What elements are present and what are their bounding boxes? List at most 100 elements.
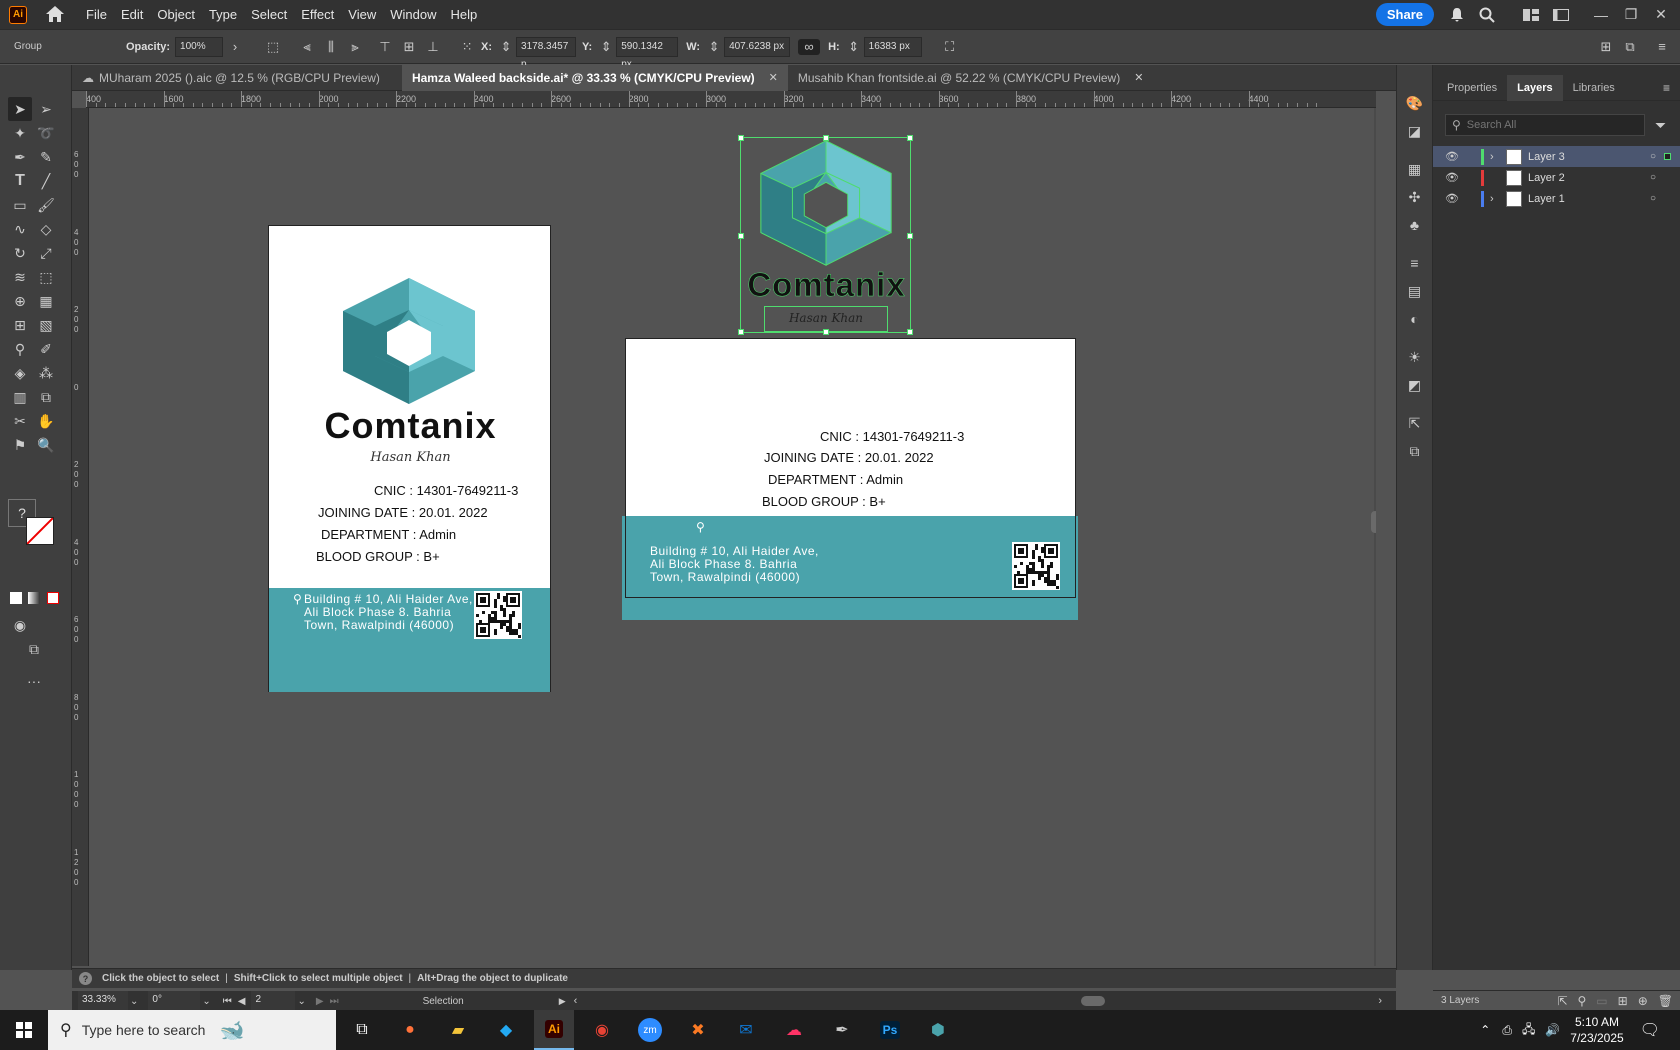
zoom-level[interactable]: 33.33%	[78, 991, 128, 1011]
h-stepper-icon[interactable]: ⇕	[846, 39, 862, 55]
transform-icon[interactable]: ⛶	[942, 39, 958, 55]
paintbrush-icon[interactable]: 🖌	[34, 193, 58, 217]
transform-grid-icon[interactable]: ⁙	[459, 39, 475, 55]
blend-tool-icon[interactable]: ◈	[8, 361, 32, 385]
vertical-ruler[interactable]: 6 0 0 4 0 0 2 0 0 0 2 0 0 4 0 0 6 0 0 8 0 0 1 0 …	[72, 108, 89, 966]
share-button[interactable]: Share	[1375, 3, 1434, 26]
eye-icon[interactable]: 👁	[1445, 192, 1459, 205]
symbol-sprayer-icon[interactable]: ⁂	[34, 361, 58, 385]
eye-icon[interactable]: 👁	[1445, 150, 1459, 163]
selection-handle[interactable]	[738, 329, 744, 335]
delete-layer-icon[interactable]: 🗑	[1658, 994, 1673, 1008]
gradient-icon[interactable]: ▤	[1405, 281, 1425, 301]
none-mode-icon[interactable]	[47, 592, 59, 604]
stroke-icon[interactable]: ≡	[1405, 253, 1425, 273]
type-tool-icon[interactable]: T	[8, 169, 32, 193]
menu-select[interactable]: Select	[244, 0, 294, 29]
artboards-icon[interactable]: ⧉	[1405, 441, 1425, 461]
outlook-icon[interactable]: ✉	[726, 1010, 766, 1050]
chevron-down-icon[interactable]: ⌄	[202, 996, 210, 1007]
menu-edit[interactable]: Edit	[114, 0, 150, 29]
h-input[interactable]: 16383 px	[863, 36, 922, 57]
home-icon[interactable]	[45, 5, 67, 25]
rectangle-tool-icon[interactable]: ▭	[8, 193, 32, 217]
file-explorer-icon[interactable]: ▰	[438, 1010, 478, 1050]
selection-handle[interactable]	[738, 233, 744, 239]
image-trace-icon[interactable]: ◪	[1405, 121, 1425, 141]
artboard-number[interactable]: 2	[251, 991, 296, 1011]
rotate-tool-icon[interactable]: ↻	[8, 241, 32, 265]
layer-name[interactable]: Layer 1	[1528, 193, 1628, 205]
puppet-warp-icon[interactable]: ⚑	[8, 433, 32, 457]
eraser-icon[interactable]: ◇	[34, 217, 58, 241]
recolor-icon[interactable]: ⬚	[265, 39, 281, 55]
gradient-tool-icon[interactable]: ▧	[34, 313, 58, 337]
search-input[interactable]	[1466, 119, 1627, 131]
measure-icon[interactable]: ✐	[34, 337, 58, 361]
selection-tool-icon[interactable]: ➤	[8, 97, 32, 121]
minimize-icon[interactable]: —	[1592, 7, 1610, 23]
vertical-scroll-thumb[interactable]	[1371, 511, 1376, 533]
tray-icon[interactable]: ⎙	[1502, 1023, 1512, 1038]
new-sublayer-icon[interactable]: ⊞	[1618, 994, 1628, 1008]
free-transform-icon[interactable]: ⬚	[34, 265, 58, 289]
perspective-grid-icon[interactable]: ▦	[34, 289, 58, 313]
menu-effect[interactable]: Effect	[294, 0, 341, 29]
target-icon[interactable]: ○	[1650, 172, 1656, 183]
rotation-angle[interactable]: 0°	[148, 991, 201, 1011]
workspace-icon[interactable]	[1552, 7, 1570, 23]
vertical-scrollbar[interactable]	[1374, 108, 1376, 966]
layer-name[interactable]: Layer 2	[1528, 172, 1628, 184]
layer-row[interactable]: 👁 Layer 2 ○	[1433, 167, 1680, 188]
selection-handle[interactable]	[907, 329, 913, 335]
magic-wand-icon[interactable]: ✦	[8, 121, 32, 145]
align-center-icon[interactable]: ⫼	[323, 39, 339, 55]
scroll-left-icon[interactable]: ‹	[574, 995, 578, 1007]
clock[interactable]: 5:10 AM 7/23/2025	[1570, 1014, 1623, 1046]
hand-tool-icon[interactable]: ✋	[34, 409, 58, 433]
selected-logo-group[interactable]: Comtanix Hasan Khan	[738, 135, 913, 335]
stroke-swatch[interactable]	[26, 517, 54, 545]
previous-artboard-icon[interactable]: ◀	[238, 996, 246, 1007]
close-tab-icon[interactable]: ✕	[769, 71, 778, 84]
horizontal-scroll-thumb[interactable]	[1081, 996, 1106, 1006]
illustrator-taskbar-icon[interactable]: Ai	[534, 1010, 574, 1050]
direct-selection-tool-icon[interactable]: ➢	[34, 97, 58, 121]
panel-tab-libraries[interactable]: Libraries	[1563, 75, 1625, 101]
selection-indicator[interactable]	[1664, 174, 1671, 181]
selection-handle[interactable]	[738, 135, 744, 141]
status-menu-icon[interactable]: ▶	[559, 996, 566, 1007]
transparency-icon[interactable]: ◐	[1405, 309, 1425, 329]
zoom-tool-icon[interactable]: 🔍	[34, 433, 58, 457]
selection-indicator[interactable]	[1664, 153, 1671, 160]
canvas[interactable]: Comtanix Hasan Khan CNIC : 14301-7649211…	[89, 108, 1376, 966]
pen-tool-icon[interactable]: ✒	[8, 145, 32, 169]
menu-file[interactable]: File	[79, 0, 114, 29]
symbols-icon[interactable]: ♣	[1405, 215, 1425, 235]
panel-menu-icon[interactable]: ≡	[1663, 81, 1670, 95]
w-input[interactable]: 407.6238 px	[724, 36, 791, 57]
selection-indicator[interactable]	[1664, 195, 1671, 202]
panel-options-icon[interactable]: ⧉	[1622, 39, 1638, 55]
align-middle-icon[interactable]: ⊞	[401, 39, 417, 55]
y-input[interactable]: 590.1342 px	[616, 36, 679, 70]
shape-builder-icon[interactable]: ⊕	[8, 289, 32, 313]
link-proportions-icon[interactable]: ∞	[798, 38, 821, 55]
tab-muharam[interactable]: ☁ MUharam 2025 ().aic @ 12.5 % (RGB/CPU …	[72, 65, 390, 91]
column-graph-icon[interactable]: ▥	[8, 385, 32, 409]
menu-view[interactable]: View	[341, 0, 383, 29]
arrange-icon[interactable]: ⊞	[1598, 39, 1614, 55]
align-right-icon[interactable]: ⫸	[347, 39, 363, 55]
search-icon[interactable]	[1478, 7, 1496, 23]
layer-row[interactable]: 👁 › Layer 1 ○	[1433, 188, 1680, 209]
notifications-icon[interactable]: 🗨	[1640, 1020, 1660, 1040]
eyedropper-icon[interactable]: ⚲	[8, 337, 32, 361]
menu-type[interactable]: Type	[202, 0, 244, 29]
opacity-input[interactable]: 100%	[175, 36, 224, 57]
next-artboard-icon[interactable]: ▶	[316, 996, 324, 1007]
x-stepper-icon[interactable]: ⇕	[498, 39, 514, 55]
selection-handle[interactable]	[823, 329, 829, 335]
graphic-styles-icon[interactable]: ◩	[1405, 375, 1425, 395]
mesh-tool-icon[interactable]: ⊞	[8, 313, 32, 337]
filter-icon[interactable]: ⏷	[1655, 117, 1666, 134]
